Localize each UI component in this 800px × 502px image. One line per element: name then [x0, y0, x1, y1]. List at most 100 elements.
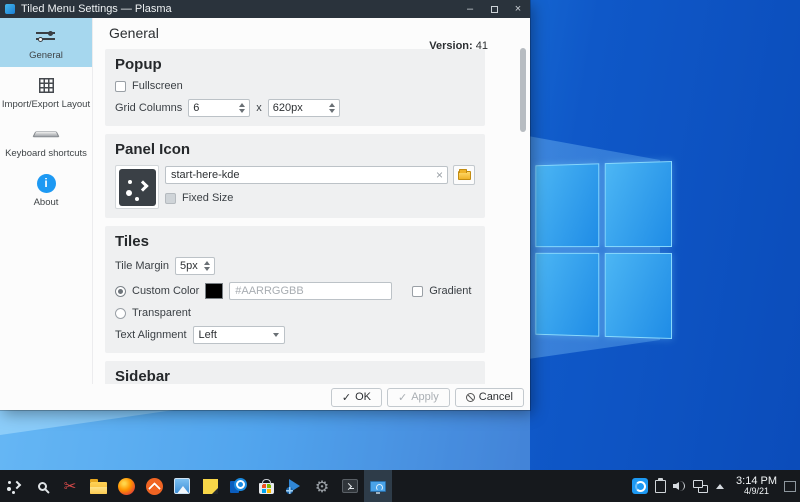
- terminal-icon: [342, 479, 358, 493]
- grid-separator: x: [256, 102, 262, 114]
- maximize-button[interactable]: [482, 0, 506, 18]
- settings-nav: General Import/Export Layout Keyboard sh…: [0, 18, 93, 410]
- tray-clipboard[interactable]: [650, 470, 670, 502]
- blue-arrow-plus-icon: [286, 478, 302, 494]
- nav-label: Keyboard shortcuts: [5, 148, 87, 159]
- cancel-button[interactable]: Cancel: [455, 388, 524, 407]
- taskbar-clock[interactable]: 3:14 PM 4/9/21: [736, 475, 777, 497]
- gradient-label: Gradient: [429, 285, 471, 297]
- transparent-row: Transparent: [115, 307, 475, 319]
- caret-up-icon: [716, 484, 724, 489]
- sidebar-section-title: Sidebar: [115, 368, 475, 384]
- custom-color-row: Custom Color Gradient: [115, 282, 475, 300]
- keyboard-icon: [1, 123, 91, 145]
- clock-date: 4/9/21: [736, 487, 777, 497]
- panel-icon-input[interactable]: [165, 166, 448, 184]
- panel-icon-field-wrap: ×: [165, 166, 448, 184]
- chevron-down-icon: [273, 333, 279, 337]
- transparent-radio[interactable]: [115, 308, 126, 319]
- firefox-button[interactable]: [112, 470, 140, 502]
- settings-button[interactable]: ⚙: [308, 470, 336, 502]
- info-icon: i: [1, 172, 91, 194]
- system-tray: 3:14 PM 4/9/21: [630, 470, 800, 502]
- display-settings-icon: [370, 481, 386, 492]
- tiled-menu-logo-icon: [119, 169, 156, 206]
- outlook-button[interactable]: [224, 470, 252, 502]
- window-title: Tiled Menu Settings — Plasma: [21, 3, 172, 15]
- tiles-section: Tiles Tile Margin 5px Custom Color Gradi…: [105, 226, 485, 353]
- sticky-notes-button[interactable]: [196, 470, 224, 502]
- version-text: Version: 41: [429, 40, 488, 52]
- settings-content: General Version: 41 Popup Fullscreen Gri…: [93, 18, 530, 384]
- color-swatch[interactable]: [205, 283, 223, 299]
- tile-margin-label: Tile Margin: [115, 260, 169, 272]
- grid-columns-row: Grid Columns 6 x 620px: [115, 99, 475, 117]
- scrollbar-thumb[interactable]: [520, 48, 526, 132]
- photos-icon: [174, 478, 190, 494]
- ok-button[interactable]: ✓ OK: [331, 388, 382, 407]
- nav-label: General: [29, 50, 63, 61]
- terminal-button[interactable]: [336, 470, 364, 502]
- nav-item-about[interactable]: i About: [0, 165, 92, 214]
- close-button[interactable]: ×: [506, 0, 530, 18]
- color-hex-input[interactable]: [229, 282, 392, 300]
- browse-icon-button[interactable]: [453, 165, 475, 185]
- grid-icon: [1, 74, 91, 96]
- show-hidden-icons-button[interactable]: [710, 470, 730, 502]
- apply-button[interactable]: ✓ Apply: [387, 388, 450, 407]
- search-icon: [38, 482, 47, 491]
- fullscreen-label: Fullscreen: [132, 80, 183, 92]
- search-button[interactable]: [28, 470, 56, 502]
- photos-button[interactable]: [168, 470, 196, 502]
- clipboard-icon: [655, 480, 666, 493]
- fixed-size-checkbox[interactable]: [165, 193, 176, 204]
- tiled-menu-settings-window: Tiled Menu Settings — Plasma – × General…: [0, 0, 530, 410]
- minimize-button[interactable]: –: [458, 0, 482, 18]
- titlebar[interactable]: Tiled Menu Settings — Plasma – ×: [0, 0, 530, 18]
- maximize-icon: [491, 6, 498, 13]
- show-desktop-button[interactable]: [784, 481, 796, 492]
- text-alignment-label: Text Alignment: [115, 329, 187, 341]
- fullscreen-checkbox[interactable]: [115, 81, 126, 92]
- file-explorer-button[interactable]: [84, 470, 112, 502]
- sticky-notes-icon: [203, 479, 218, 494]
- text-alignment-dropdown[interactable]: Left: [193, 326, 285, 344]
- tile-margin-row: Tile Margin 5px: [115, 257, 475, 275]
- nav-label: About: [34, 197, 59, 208]
- nav-item-keyboard-shortcuts[interactable]: Keyboard shortcuts: [0, 116, 92, 165]
- spinner-arrows-icon[interactable]: [239, 103, 245, 113]
- popup-height-spinner[interactable]: 620px: [268, 99, 340, 117]
- clear-field-icon[interactable]: ×: [436, 168, 443, 182]
- panel-icon-preview-button[interactable]: [115, 165, 159, 209]
- blue-sync-icon: [632, 478, 648, 494]
- tile-margin-spinner[interactable]: 5px: [175, 257, 215, 275]
- tray-volume[interactable]: [670, 470, 690, 502]
- fixed-size-label: Fixed Size: [182, 192, 233, 204]
- grid-columns-spinner[interactable]: 6: [188, 99, 250, 117]
- screenshot-tool-button[interactable]: ✂: [56, 470, 84, 502]
- gradient-checkbox[interactable]: [412, 286, 423, 297]
- spinner-arrows-icon[interactable]: [204, 261, 210, 271]
- spinner-arrows-icon[interactable]: [329, 103, 335, 113]
- nav-label: Import/Export Layout: [2, 99, 90, 110]
- nav-item-general[interactable]: General: [0, 18, 92, 67]
- tray-displays[interactable]: [690, 470, 710, 502]
- folder-icon: [90, 482, 107, 494]
- text-alignment-row: Text Alignment Left: [115, 326, 475, 344]
- store-bag-icon: [259, 483, 274, 494]
- orange-app-icon: [146, 478, 163, 495]
- window-controls: – ×: [458, 0, 530, 18]
- tiles-section-title: Tiles: [115, 233, 475, 250]
- tray-sync-app[interactable]: [630, 470, 650, 502]
- store-button[interactable]: [252, 470, 280, 502]
- media-app-button[interactable]: [140, 470, 168, 502]
- sidebar-section: Sidebar Width 48px Icon Size 32px: [105, 361, 485, 384]
- video-app-button[interactable]: [280, 470, 308, 502]
- custom-color-radio[interactable]: [115, 286, 126, 297]
- firefox-icon: [118, 478, 135, 495]
- active-task-settings-window[interactable]: [364, 470, 392, 502]
- scissors-icon: ✂: [64, 477, 77, 495]
- nav-item-import-export[interactable]: Import/Export Layout: [0, 67, 92, 116]
- grid-columns-label: Grid Columns: [115, 102, 182, 114]
- start-button[interactable]: [0, 470, 28, 502]
